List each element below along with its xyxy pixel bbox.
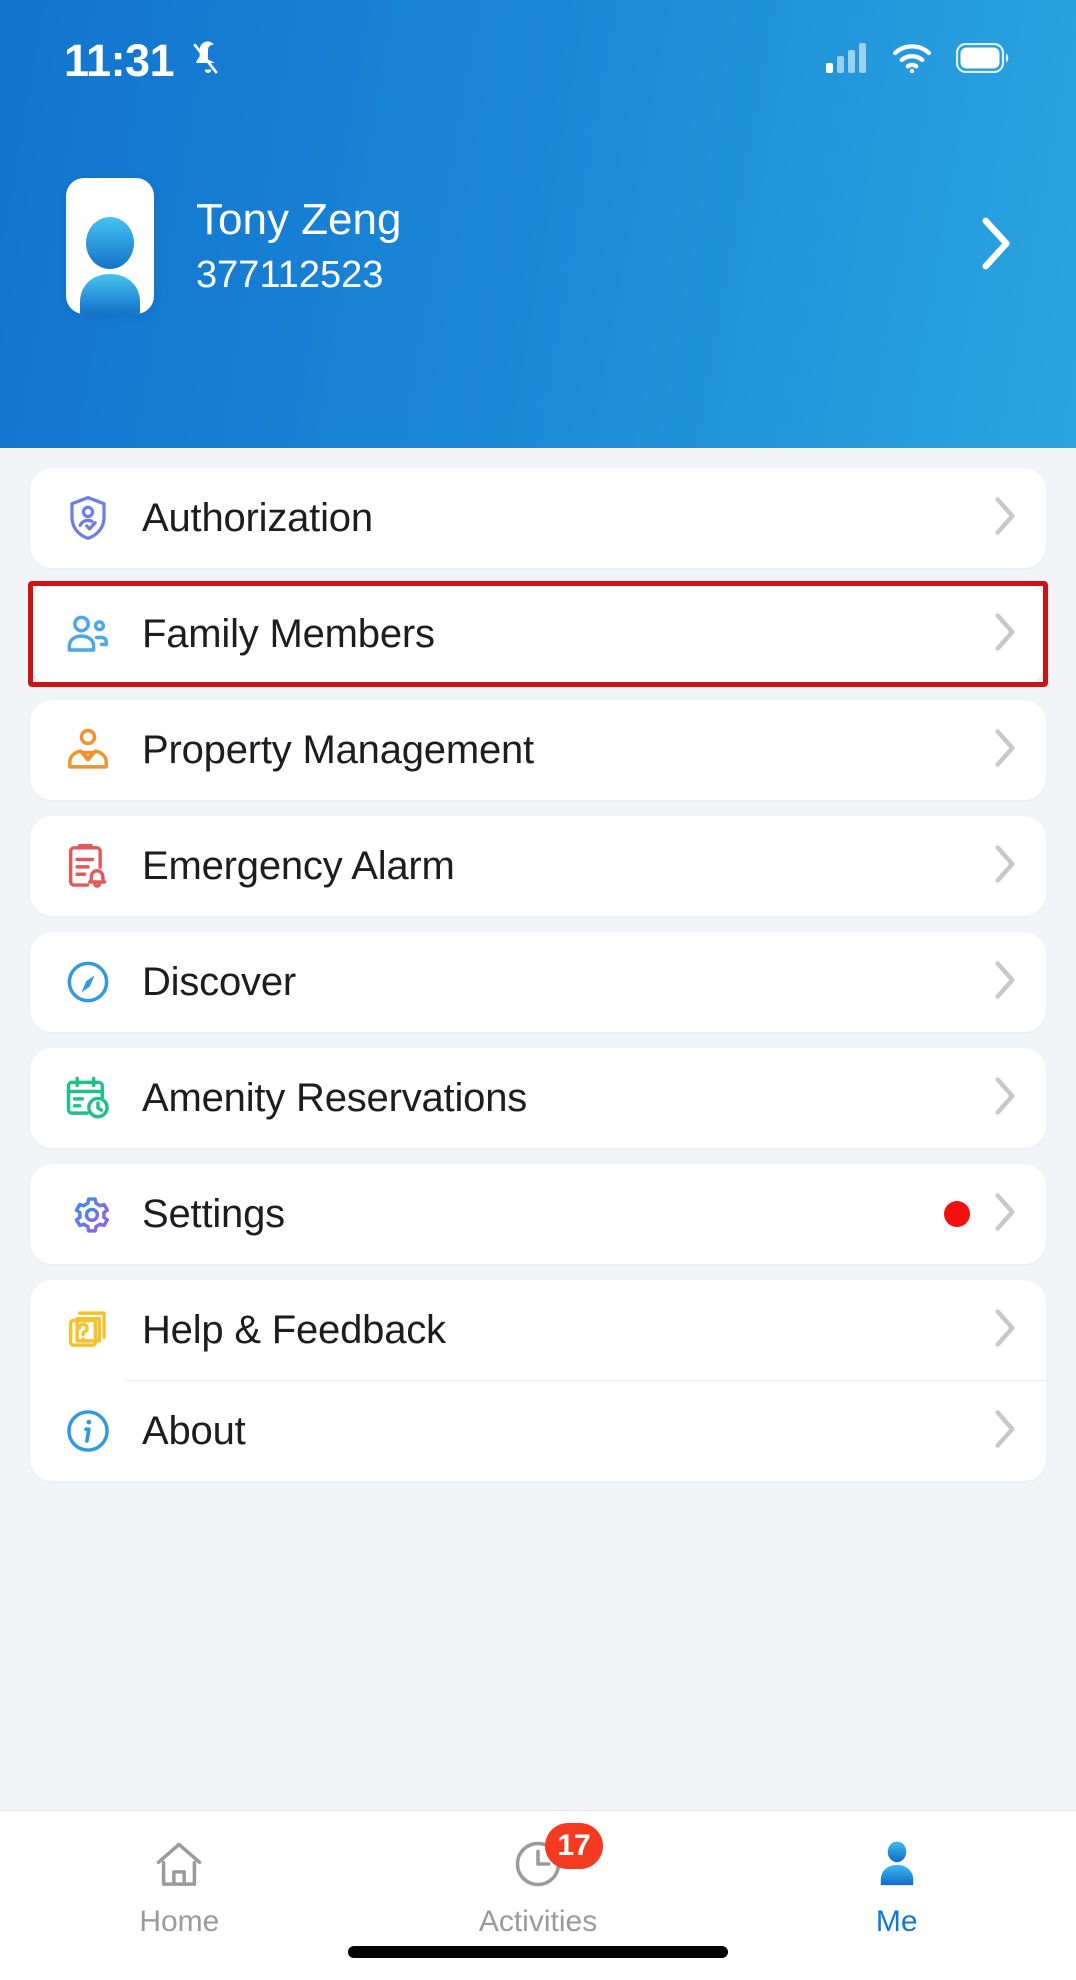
- calendar-clock-icon: [60, 1070, 116, 1126]
- avatar: [66, 178, 154, 314]
- menu-card: Discover: [30, 932, 1046, 1032]
- tab-me[interactable]: Me: [717, 1833, 1076, 1939]
- menu-item-label: About: [142, 1408, 246, 1453]
- tab-activities[interactable]: 17 Activities: [359, 1823, 718, 1939]
- help-cards-icon: [60, 1302, 116, 1358]
- profile-user-id: 377112523: [196, 254, 384, 296]
- tab-label: Home: [139, 1905, 220, 1938]
- menu-card: Amenity Reservations: [30, 1048, 1046, 1148]
- app-screen: 11:31 Tony Zeng 377112523 Authorization …: [0, 0, 1076, 1980]
- status-bar-left: 11:31: [64, 38, 228, 83]
- chevron-right-icon[interactable]: [992, 1407, 1018, 1456]
- menu-item-label: Settings: [142, 1191, 285, 1236]
- menu-item-property-management[interactable]: Property Management: [30, 700, 1046, 800]
- house-icon: [150, 1833, 208, 1895]
- menu-item-right: [992, 726, 1018, 775]
- shield-user-icon: [60, 490, 116, 546]
- menu-item-help-feedback[interactable]: Help & Feedback: [30, 1280, 1046, 1380]
- wifi-icon: [890, 42, 934, 79]
- bottom-tab-bar: Home 17 Activities Me: [0, 1810, 1076, 1980]
- battery-icon: [955, 42, 1012, 78]
- menu-card: Authorization: [30, 468, 1046, 568]
- menu-item-label: Emergency Alarm: [142, 843, 455, 888]
- menu-item-label: Amenity Reservations: [142, 1075, 528, 1120]
- profile-text: Tony Zeng 377112523: [196, 195, 402, 296]
- info-circle-icon: [60, 1403, 116, 1459]
- menu-item-settings[interactable]: Settings: [30, 1164, 1046, 1264]
- chevron-right-icon[interactable]: [992, 494, 1018, 543]
- menu-item-emergency-alarm[interactable]: Emergency Alarm: [30, 816, 1046, 916]
- menu-item-amenity-reservations[interactable]: Amenity Reservations: [30, 1048, 1046, 1148]
- menu-item-right: [992, 1407, 1018, 1456]
- menu-item-right: [992, 494, 1018, 543]
- status-bar-clock: 11:31: [64, 34, 175, 86]
- user-avatar-icon: [80, 217, 140, 314]
- menu-item-about[interactable]: About: [30, 1381, 1046, 1481]
- chevron-right-icon[interactable]: [992, 842, 1018, 891]
- menu-item-label: Property Management: [142, 727, 534, 772]
- person-icon: [870, 1833, 924, 1895]
- property-manager-icon: [60, 722, 116, 778]
- status-bar: 11:31: [0, 0, 1076, 120]
- family-members-icon: [60, 606, 116, 662]
- cellular-signal-icon: [826, 42, 868, 78]
- tab-label: Me: [875, 1905, 918, 1938]
- menu-item-discover[interactable]: Discover: [30, 932, 1046, 1032]
- menu-item-authorization[interactable]: Authorization: [30, 468, 1046, 568]
- menu-card: Settings: [30, 1164, 1046, 1264]
- profile-name: Tony Zeng: [196, 195, 402, 244]
- menu-item-right: [992, 1074, 1018, 1123]
- home-indicator: [348, 1946, 728, 1958]
- clock-icon: 17: [509, 1823, 603, 1895]
- bell-muted-icon: [188, 38, 228, 83]
- profile-summary[interactable]: Tony Zeng 377112523: [0, 178, 1076, 314]
- tab-badge: 17: [545, 1823, 603, 1869]
- menu-card: Family Members: [28, 581, 1048, 687]
- tab-label: Activities: [478, 1905, 598, 1938]
- chevron-right-icon[interactable]: [980, 215, 1014, 278]
- chevron-right-icon[interactable]: [992, 610, 1018, 659]
- menu-card: Property Management: [30, 700, 1046, 800]
- menu-item-right: [992, 958, 1018, 1007]
- gear-icon: [60, 1186, 116, 1242]
- menu-list: Authorization Family Members Property Ma…: [0, 448, 1076, 1497]
- menu-item-right: [944, 1190, 1018, 1239]
- menu-card: Help & Feedback About: [30, 1280, 1046, 1481]
- chevron-right-icon[interactable]: [992, 1074, 1018, 1123]
- menu-item-right: [992, 1306, 1018, 1355]
- menu-item-right: [992, 842, 1018, 891]
- profile-header: 11:31 Tony Zeng 377112523: [0, 0, 1076, 448]
- chevron-right-icon[interactable]: [992, 1306, 1018, 1355]
- chevron-right-icon[interactable]: [992, 726, 1018, 775]
- chevron-right-icon[interactable]: [992, 1190, 1018, 1239]
- menu-item-label: Authorization: [142, 495, 373, 540]
- menu-card: Emergency Alarm: [30, 816, 1046, 916]
- menu-item-right: [992, 610, 1018, 659]
- menu-item-label: Discover: [142, 959, 296, 1004]
- menu-item-family-members[interactable]: Family Members: [30, 584, 1046, 684]
- menu-item-label: Help & Feedback: [142, 1307, 446, 1352]
- status-bar-right: [826, 42, 1012, 79]
- status-badge-dot: [944, 1201, 970, 1227]
- menu-item-label: Family Members: [142, 611, 435, 656]
- emergency-alarm-icon: [60, 838, 116, 894]
- chevron-right-icon[interactable]: [992, 958, 1018, 1007]
- tab-home[interactable]: Home: [0, 1833, 359, 1939]
- compass-icon: [60, 954, 116, 1010]
